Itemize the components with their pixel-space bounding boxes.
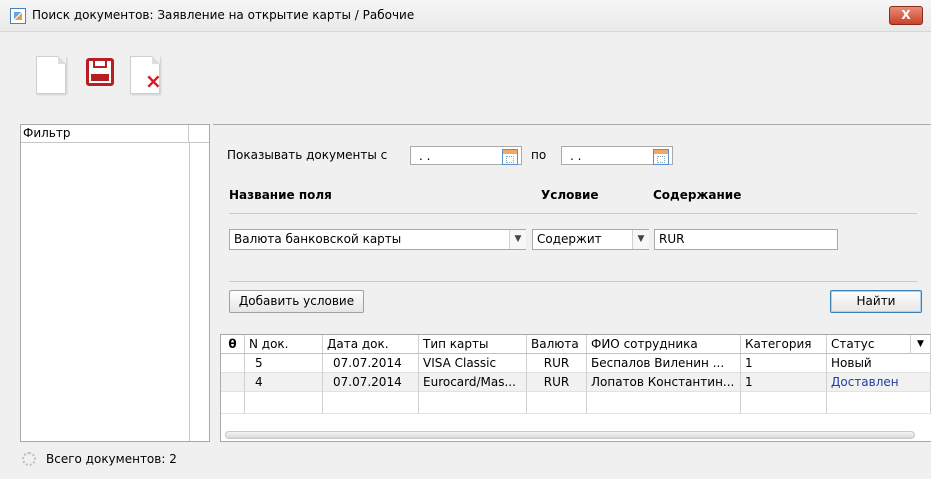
calendar-icon[interactable] — [653, 149, 669, 165]
table-cell — [245, 392, 323, 414]
column-header[interactable]: Дата док. — [323, 335, 419, 354]
content-input[interactable]: RUR — [654, 229, 838, 250]
dropdown-arrow-icon[interactable]: ▼ — [632, 230, 649, 249]
column-header[interactable]: Тип карты — [419, 335, 527, 354]
status-cell[interactable]: Новый — [827, 354, 931, 373]
table-cell — [419, 392, 527, 414]
content-input-value: RUR — [659, 232, 685, 246]
table-cell — [587, 392, 741, 414]
close-button[interactable]: X — [889, 6, 923, 25]
condition-header: Условие — [541, 188, 599, 202]
table-cell[interactable]: 07.07.2014 — [323, 373, 419, 392]
table-cell[interactable]: Eurocard/Mas... — [419, 373, 527, 392]
condition-select-value: Содержит — [537, 232, 602, 246]
loading-icon — [22, 452, 36, 466]
date-to-value: . . — [570, 149, 582, 163]
calendar-icon[interactable] — [502, 149, 518, 165]
table-cell — [827, 392, 931, 414]
filter-panel: Фильтр — [20, 124, 210, 442]
divider — [229, 281, 917, 282]
condition-select[interactable]: Содержит ▼ — [532, 229, 649, 250]
add-condition-button[interactable]: Добавить условие — [229, 290, 364, 313]
filter-header: Фильтр — [21, 125, 189, 143]
delete-button[interactable]: × — [124, 52, 166, 100]
column-header[interactable]: N док. — [245, 335, 323, 354]
table-cell[interactable]: 5 — [245, 354, 323, 373]
delete-icon: × — [130, 56, 162, 94]
table-cell — [527, 392, 587, 414]
table-cell — [741, 392, 827, 414]
content-header: Содержание — [653, 188, 742, 202]
date-to-field[interactable]: . . — [561, 146, 673, 165]
table-row — [221, 392, 245, 414]
field-select[interactable]: Валюта банковской карты ▼ — [229, 229, 526, 250]
date-from-field[interactable]: . . — [410, 146, 522, 165]
table-cell[interactable]: VISA Classic — [419, 354, 527, 373]
field-select-value: Валюта банковской карты — [234, 232, 402, 246]
table-cell[interactable]: 4 — [245, 373, 323, 392]
filter-column — [189, 143, 209, 441]
table-row[interactable] — [221, 373, 245, 392]
dropdown-arrow-icon[interactable]: ▼ — [509, 230, 526, 249]
column-header[interactable]: Валюта — [527, 335, 587, 354]
title-bar: Поиск документов: Заявление на открытие … — [0, 0, 931, 32]
table-cell[interactable]: 1 — [741, 373, 827, 392]
new-document-icon — [36, 56, 66, 94]
table-cell[interactable]: 07.07.2014 — [323, 354, 419, 373]
status-cell[interactable]: Доставлен — [827, 373, 931, 392]
field-name-header: Название поля — [229, 188, 332, 202]
table-cell — [323, 392, 419, 414]
table-row[interactable] — [221, 354, 245, 373]
table-cell[interactable]: RUR — [527, 373, 587, 392]
column-header[interactable]: ФИО сотрудника — [587, 335, 741, 354]
window-title: Поиск документов: Заявление на открытие … — [32, 8, 415, 22]
horizontal-scrollbar[interactable] — [225, 431, 915, 439]
divider — [229, 213, 917, 214]
table-cell[interactable]: Беспалов Виленин ... — [587, 354, 741, 373]
results-grid: θ N док. Дата док. Тип карты Валюта ФИО … — [220, 334, 931, 442]
total-documents-label: Всего документов: 2 — [46, 452, 177, 466]
table-cell[interactable]: RUR — [527, 354, 587, 373]
table-cell[interactable]: Лопатов Константин... — [587, 373, 741, 392]
save-icon — [86, 58, 114, 86]
date-from-value: . . — [419, 149, 431, 163]
to-label: по — [531, 148, 547, 162]
filter-header-extra — [189, 125, 209, 143]
table-cell[interactable]: 1 — [741, 354, 827, 373]
attachment-icon[interactable]: θ — [221, 335, 245, 354]
column-header[interactable]: Статус — [827, 335, 911, 354]
find-button[interactable]: Найти — [830, 290, 922, 313]
column-header[interactable]: Категория — [741, 335, 827, 354]
show-docs-from-label: Показывать документы с — [227, 148, 388, 162]
column-menu-icon[interactable]: ▼ — [911, 335, 931, 354]
new-document-button[interactable] — [30, 52, 72, 100]
app-icon — [10, 8, 26, 24]
save-button[interactable] — [82, 52, 124, 100]
